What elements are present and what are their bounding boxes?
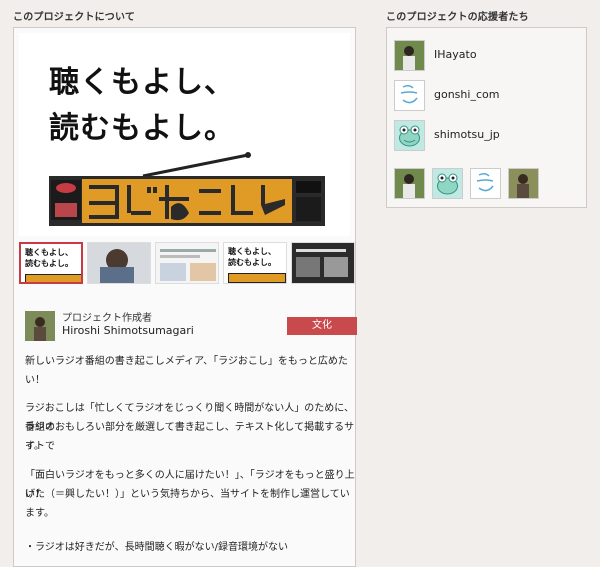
creator-avatar[interactable]: [25, 311, 55, 341]
supporter-item[interactable]: IHayato: [394, 40, 584, 72]
thumb1-line1: 聴くもよし、: [25, 248, 73, 257]
supporter-name[interactable]: shimotsu_jp: [434, 128, 500, 141]
person-photo-icon: [25, 311, 55, 341]
description-line-8: ・ラジオは好きだが、長時間聴く暇がない/録音環境がない: [25, 542, 288, 553]
category-badge[interactable]: 文化: [287, 317, 357, 335]
creator-role-label: プロジェクト作成者: [62, 313, 152, 324]
project-about-panel: 聴くもよし、 読むもよし。 聴くもよし、 読むもよし。 聴くもよし、 読むもよし…: [13, 27, 357, 567]
description-line-1: 新しいラジオ番組の書き起こしメディア、「ラジおこし」をもっと広めた: [25, 356, 348, 367]
frog-avatar-icon: [433, 169, 462, 198]
supporters-section-title: このプロジェクトの応援者たち: [386, 12, 529, 23]
thumbnail-2[interactable]: [87, 242, 151, 284]
supporter-mini-avatar[interactable]: [432, 168, 463, 199]
about-section-title: このプロジェクトについて: [13, 12, 136, 23]
hero-thumbnail-strip: 聴くもよし、 読むもよし。 聴くもよし、 読むもよし。: [19, 242, 357, 286]
description-line-5: す。: [25, 441, 44, 452]
thumbnail-3[interactable]: [155, 242, 219, 284]
supporter-avatar[interactable]: [394, 40, 425, 71]
supporter-mini-avatar[interactable]: [508, 168, 539, 199]
thumbnail-1[interactable]: 聴くもよし、 読むもよし。: [19, 242, 83, 284]
supporter-mini-avatar[interactable]: [394, 168, 425, 199]
thumb1-line2: 読むもよし。: [25, 259, 73, 268]
creator-name[interactable]: Hiroshi Shimotsumagari: [62, 324, 194, 337]
supporter-name[interactable]: IHayato: [434, 48, 477, 61]
supporter-mini-avatar[interactable]: [470, 168, 501, 199]
thumbnail-4[interactable]: 聴くもよし、 読むもよし。: [223, 242, 287, 284]
supporter-avatar[interactable]: [394, 120, 425, 151]
person-photo-icon: [395, 41, 424, 70]
supporter-name[interactable]: gonshi_com: [434, 88, 499, 101]
description-line-7: い！（＝興したい！）」という気持ちから、当サイトを制作し運営しています。: [25, 489, 350, 519]
thumb4-line1: 聴くもよし、: [228, 247, 276, 256]
project-hero-image[interactable]: 聴くもよし、 読むもよし。: [19, 33, 350, 236]
doodle-avatar-icon: [395, 81, 424, 110]
supporter-item[interactable]: gonshi_com: [394, 80, 584, 112]
doodle-avatar-icon: [471, 169, 500, 198]
supporter-item[interactable]: shimotsu_jp: [394, 120, 584, 152]
person-photo-icon: [509, 169, 538, 198]
thumbnail-5[interactable]: [291, 242, 355, 284]
thumb4-line2: 読むもよし。: [228, 258, 276, 267]
supporter-avatar[interactable]: [394, 80, 425, 111]
person-photo-icon: [395, 169, 424, 198]
supporters-panel: IHayato gonshi_com shimotsu_jp: [386, 27, 587, 208]
radio-logo-icon: [49, 152, 325, 226]
frog-avatar-icon: [395, 121, 424, 150]
description-line-2: い！: [25, 375, 45, 386]
